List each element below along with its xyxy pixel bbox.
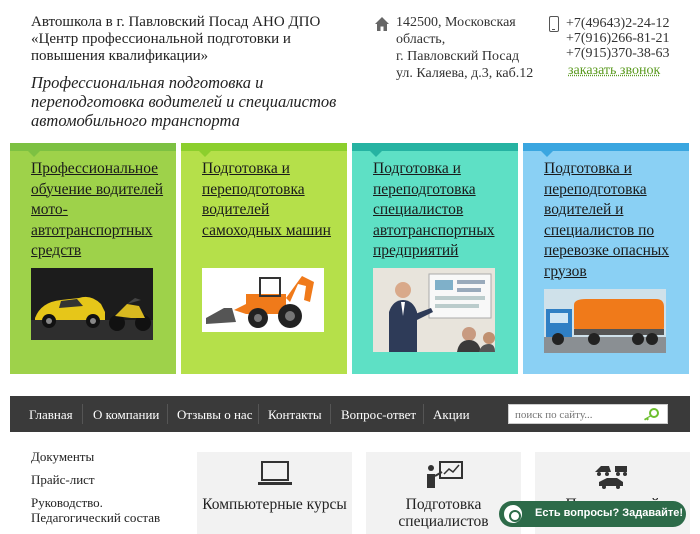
tile-title: Подготовка специалистов (398, 496, 489, 530)
tile-title: Компьютерные курсы (202, 496, 347, 513)
tile-specialist-training[interactable]: Подготовка специалистов (366, 452, 521, 534)
nav-divider (167, 404, 168, 424)
phone-number[interactable]: +7(49643)2-24-12 (566, 16, 670, 31)
nav-divider (423, 404, 424, 424)
main-nav: Главная О компании Отзывы о нас Контакты… (10, 396, 690, 432)
sidebar-item-price-list[interactable]: Прайс-лист (31, 472, 191, 487)
vehicles-icon (594, 466, 627, 489)
card-topbar (352, 143, 518, 151)
address-line: г. Павловский Посад (396, 49, 520, 64)
service-card-dangerous-goods[interactable]: Подготовка и переподготовка водителей и … (523, 143, 689, 374)
card-topbar (181, 143, 347, 151)
search-input[interactable] (515, 407, 640, 422)
nav-item-contacts[interactable]: Контакты (268, 407, 322, 423)
nav-item-promotions[interactable]: Акции (433, 407, 470, 423)
nav-item-home[interactable]: Главная (29, 407, 73, 423)
address: 142500, Московская область, г. Павловски… (396, 14, 541, 82)
card-link[interactable]: Подготовка и переподготовка водителей и … (544, 159, 684, 282)
home-icon (375, 17, 389, 31)
nav-divider (330, 404, 331, 424)
nav-divider (258, 404, 259, 424)
chat-icon (502, 503, 524, 525)
callback-link[interactable]: заказать звонок (568, 63, 660, 79)
address-line: ул. Каляева, д.3, каб.12 (396, 66, 534, 81)
card-link[interactable]: Профессиональное обучение водителей мото… (31, 159, 171, 262)
card-notch (370, 151, 382, 157)
nav-item-about[interactable]: О компании (93, 407, 159, 423)
card-topbar (523, 143, 689, 151)
card-link[interactable]: Подготовка и переподготовка специалистов… (373, 159, 513, 262)
service-cards: Профессиональное обучение водителей мото… (10, 143, 690, 374)
sidebar-item-documents[interactable]: Документы (31, 449, 191, 464)
card-link[interactable]: Подготовка и переподготовка водителей са… (202, 159, 342, 241)
sidebar-links: Документы Прайс-лист Руководство. Педаго… (31, 449, 191, 525)
sports-car-motorcycle-photo (31, 268, 153, 340)
nav-divider (82, 404, 83, 424)
phone-number[interactable]: +7(915)370-38-63 (566, 46, 670, 61)
nav-item-faq[interactable]: Вопрос-ответ (341, 407, 416, 423)
nav-item-reviews[interactable]: Отзывы о нас (177, 407, 252, 423)
service-card-specialists[interactable]: Подготовка и переподготовка специалистов… (352, 143, 518, 374)
lecture-photo (373, 268, 495, 352)
site-title: Автошкола в г. Павловский Посад АНО ДПО … (31, 14, 321, 64)
site-slogan: Профессиональная подготовка и переподгот… (31, 73, 337, 130)
card-notch (28, 151, 40, 157)
service-card-machines[interactable]: Подготовка и переподготовка водителей са… (181, 143, 347, 374)
service-card-drivers[interactable]: Профессиональное обучение водителей мото… (10, 143, 176, 374)
card-notch (541, 151, 553, 157)
chat-widget-button[interactable]: Есть вопросы? Задавайте! (499, 501, 686, 527)
laptop-icon (257, 461, 292, 485)
phone-list: +7(49643)2-24-12 +7(916)266-81-21 +7(915… (566, 16, 670, 61)
search-box (508, 404, 668, 424)
presenter-icon (426, 461, 463, 488)
backhoe-loader-photo (202, 268, 324, 332)
phone-icon (549, 16, 559, 32)
address-line: область, (396, 32, 446, 47)
chat-label: Есть вопросы? Задавайте! (535, 507, 683, 519)
address-line: 142500, Московская (396, 15, 516, 30)
tanker-truck-photo (544, 289, 666, 353)
card-topbar (10, 143, 176, 151)
card-notch (199, 151, 211, 157)
tile-computer-courses[interactable]: Компьютерные курсы (197, 452, 352, 534)
sidebar-item-staff[interactable]: Руководство. Педагогический состав (31, 495, 191, 525)
key-search-icon[interactable] (643, 408, 659, 421)
phone-number[interactable]: +7(916)266-81-21 (566, 31, 670, 46)
